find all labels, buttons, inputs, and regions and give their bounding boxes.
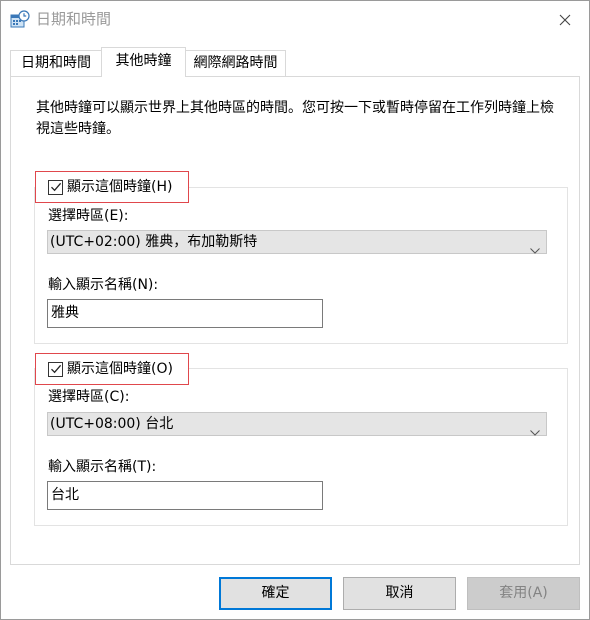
clock2-name-input[interactable]: 台北 <box>47 481 323 510</box>
tab-date-time[interactable]: 日期和時間 <box>10 50 102 76</box>
clock1-name-label: 輸入顯示名稱(N): <box>48 277 159 293</box>
clock2-timezone-value: (UTC+08:00) 台北 <box>50 416 174 432</box>
checkmark-icon <box>50 360 62 379</box>
tab-additional-clocks[interactable]: 其他時鐘 <box>101 47 186 77</box>
clock2-checkbox-label: 顯示這個時鐘(O) <box>67 361 173 377</box>
tab-label: 其他時鐘 <box>115 53 172 69</box>
clock1-name-input[interactable]: 雅典 <box>47 299 323 328</box>
tab-label: 網際網路時間 <box>193 55 278 71</box>
clock1-timezone-label: 選擇時區(E): <box>48 208 129 224</box>
clock1-checkbox-label: 顯示這個時鐘(H) <box>67 179 173 195</box>
tab-internet-time[interactable]: 網際網路時間 <box>185 50 286 76</box>
clock2-show-checkbox[interactable]: 顯示這個時鐘(O) <box>35 353 189 385</box>
window-title: 日期和時間 <box>36 10 112 28</box>
title-bar: 日期和時間 <box>1 1 589 39</box>
clock1-timezone-value: (UTC+02:00) 雅典，布加勒斯特 <box>50 234 258 250</box>
close-button[interactable] <box>547 5 583 35</box>
clock2-name-value: 台北 <box>51 487 79 503</box>
clock2-timezone-select[interactable]: (UTC+08:00) 台北 <box>47 412 547 436</box>
cancel-button[interactable]: 取消 <box>343 577 456 610</box>
ok-button[interactable]: 確定 <box>219 577 332 610</box>
clock1-name-value: 雅典 <box>51 305 79 321</box>
date-time-dialog: 日期和時間 日期和時間 其他時鐘 網際網路時間 其他時鐘可以顯示世界上其他時區的… <box>0 0 590 620</box>
clock-calendar-icon <box>10 10 30 30</box>
clock2-timezone-label: 選擇時區(C): <box>48 389 130 405</box>
panel-description: 其他時鐘可以顯示世界上其他時區的時間。您可按一下或暫時停留在工作列時鐘上檢視這些… <box>36 100 554 137</box>
tab-label: 日期和時間 <box>21 55 91 71</box>
additional-clocks-panel: 其他時鐘可以顯示世界上其他時區的時間。您可按一下或暫時停留在工作列時鐘上檢視這些… <box>10 76 580 565</box>
checkbox-box[interactable] <box>48 360 63 379</box>
clock2-name-label: 輸入顯示名稱(T): <box>48 459 157 475</box>
checkmark-icon <box>50 178 62 197</box>
chevron-down-icon <box>530 421 540 443</box>
clock1-timezone-select[interactable]: (UTC+02:00) 雅典，布加勒斯特 <box>47 230 547 254</box>
clock1-show-checkbox[interactable]: 顯示這個時鐘(H) <box>35 171 189 203</box>
chevron-down-icon <box>530 239 540 261</box>
checkbox-box[interactable] <box>48 178 63 197</box>
close-icon <box>559 11 571 30</box>
apply-button[interactable]: 套用(A) <box>467 577 580 610</box>
